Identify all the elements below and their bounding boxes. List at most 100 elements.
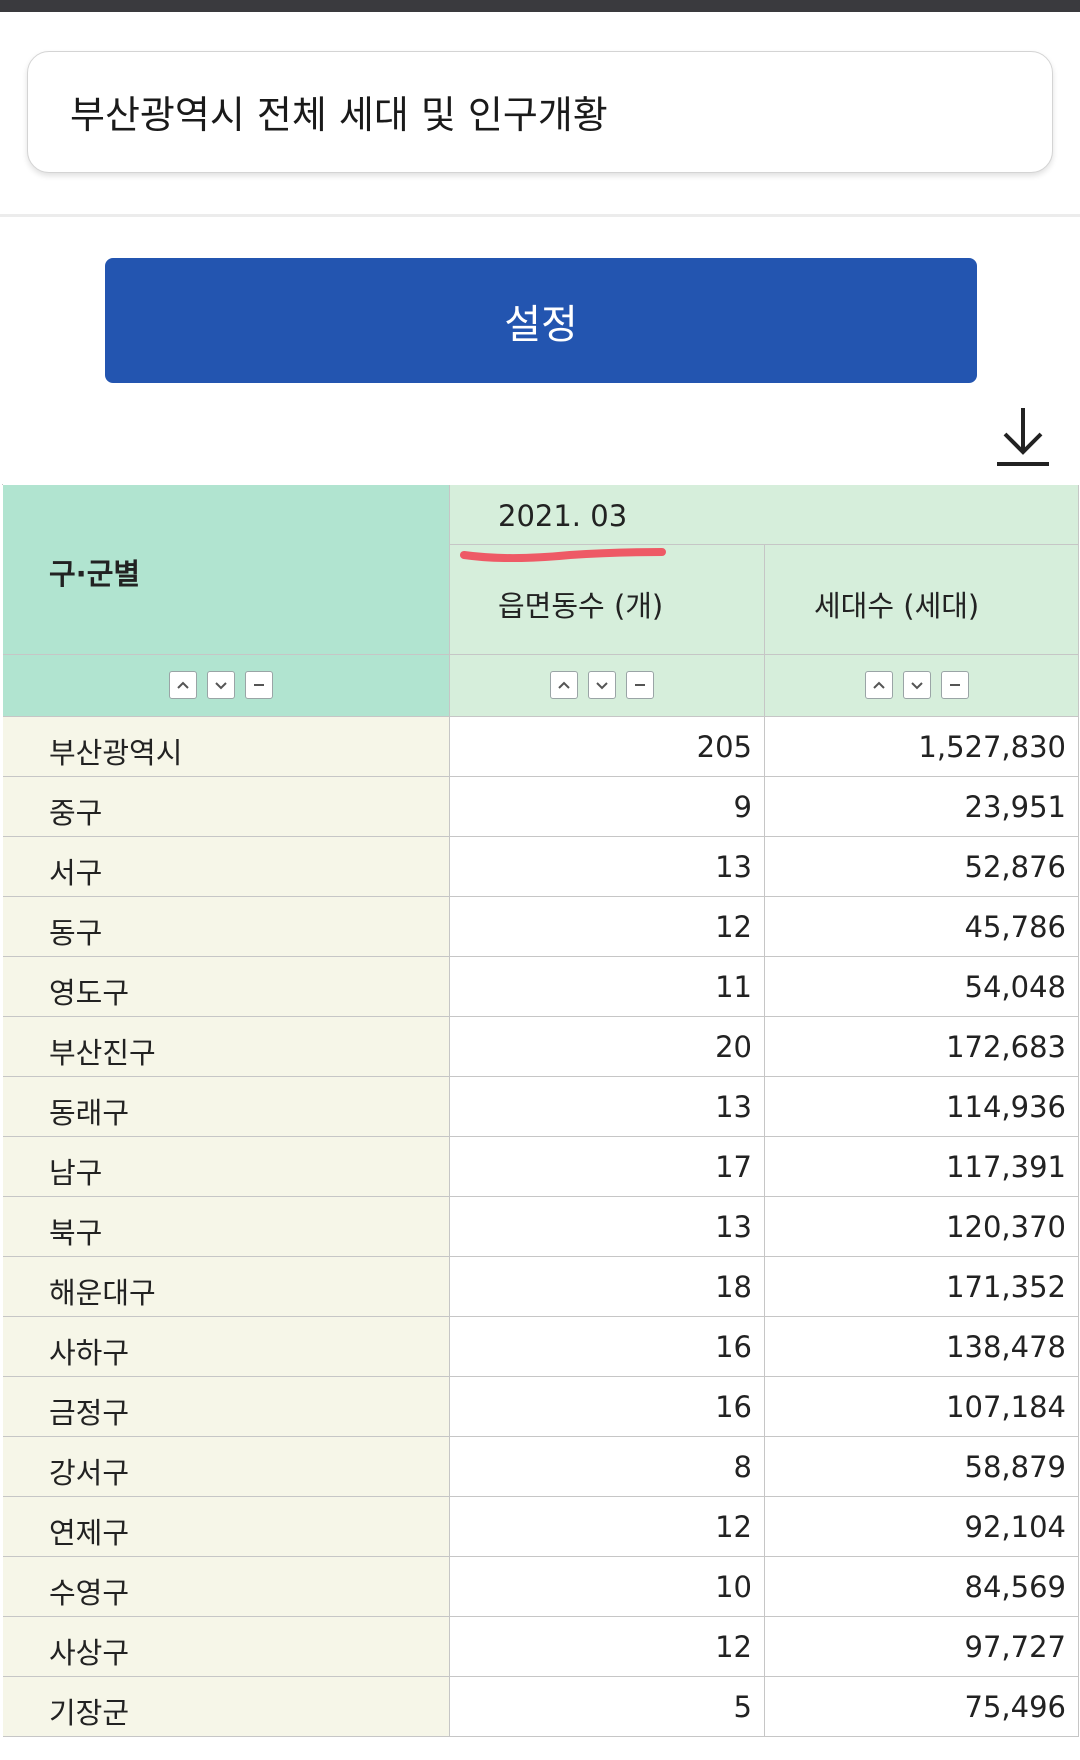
dong-sort-ascending-button[interactable] [550, 671, 578, 699]
table-row-households-cell: 172,683 [765, 1017, 1079, 1077]
row-dong-count: 13 [715, 1090, 752, 1124]
table-row-households-cell: 107,184 [765, 1377, 1079, 1437]
table-row-dong-cell: 20 [450, 1017, 765, 1077]
table-row-households-cell: 114,936 [765, 1077, 1079, 1137]
dong-remove-column-button[interactable] [626, 671, 654, 699]
table-row-name-cell: 사상구 [3, 1617, 450, 1677]
download-icon[interactable] [993, 404, 1053, 470]
period-label: 2021. 03 [498, 499, 628, 533]
row-name: 수영구 [49, 1576, 130, 1610]
table-row-name-cell: 중구 [3, 777, 450, 837]
table-row-households-cell: 1,527,830 [765, 717, 1079, 777]
row-name: 연제구 [49, 1516, 130, 1550]
table-row-households-cell: 52,876 [765, 837, 1079, 897]
row-dong-count: 16 [715, 1330, 752, 1364]
table-row-name-cell: 기장군 [3, 1677, 450, 1737]
row-dong-count: 9 [733, 790, 752, 824]
row-dong-count: 11 [715, 970, 752, 1004]
row-dong-count: 20 [715, 1030, 752, 1064]
row-dong-count: 16 [715, 1390, 752, 1424]
households-remove-column-button[interactable] [941, 671, 969, 699]
row-households: 107,184 [946, 1390, 1066, 1424]
row-name: 기장군 [49, 1696, 130, 1730]
header-col-households: 세대수 (세대) [765, 545, 1079, 655]
sort-row-group [3, 655, 450, 717]
row-name: 서구 [49, 856, 103, 890]
dong-sort-descending-button[interactable] [588, 671, 616, 699]
row-dong-count: 18 [715, 1270, 752, 1304]
dong-sort-controls [550, 671, 654, 699]
row-households: 1,527,830 [918, 730, 1066, 764]
table-row-dong-cell: 16 [450, 1377, 765, 1437]
table-row-dong-cell: 5 [450, 1677, 765, 1737]
table-row-dong-cell: 18 [450, 1257, 765, 1317]
table-row-name-cell: 남구 [3, 1137, 450, 1197]
row-dong-count: 12 [715, 1630, 752, 1664]
row-dong-count: 205 [696, 730, 752, 764]
table-row-name-cell: 부산광역시 [3, 717, 450, 777]
group-remove-column-button[interactable] [245, 671, 273, 699]
row-name: 동래구 [49, 1096, 130, 1130]
households-sort-ascending-button[interactable] [865, 671, 893, 699]
households-sort-descending-button[interactable] [903, 671, 931, 699]
row-households: 52,876 [964, 850, 1066, 884]
table-row-name-cell: 동래구 [3, 1077, 450, 1137]
row-dong-count: 8 [733, 1450, 752, 1484]
table-row-name-cell: 강서구 [3, 1437, 450, 1497]
chevron-down-icon [215, 682, 227, 690]
table-row-households-cell: 92,104 [765, 1497, 1079, 1557]
group-sort-ascending-button[interactable] [169, 671, 197, 699]
row-name: 사하구 [49, 1336, 130, 1370]
table-row-name-cell: 해운대구 [3, 1257, 450, 1317]
red-annotation-underline [460, 548, 666, 562]
table-row-dong-cell: 12 [450, 897, 765, 957]
header-group-column: 구·군별 [3, 485, 450, 655]
col-households-label: 세대수 (세대) [814, 589, 980, 623]
row-households: 92,104 [964, 1510, 1066, 1544]
row-name: 남구 [49, 1156, 103, 1190]
table-row-name-cell: 서구 [3, 837, 450, 897]
row-households: 23,951 [964, 790, 1066, 824]
sort-row-households [765, 655, 1079, 717]
chevron-down-icon [596, 682, 608, 690]
row-households: 84,569 [964, 1570, 1066, 1604]
chevron-up-icon [558, 681, 570, 689]
group-sort-descending-button[interactable] [207, 671, 235, 699]
households-sort-controls [865, 671, 969, 699]
minus-icon [950, 684, 960, 686]
col-dong-label: 읍면동수 (개) [498, 589, 664, 623]
page-title: 부산광역시 전체 세대 및 인구개황 [70, 93, 608, 137]
header-group-label: 구·군별 [49, 557, 141, 591]
row-name: 부산진구 [49, 1036, 156, 1070]
table-row-name-cell: 사하구 [3, 1317, 450, 1377]
table-row-name-cell: 금정구 [3, 1377, 450, 1437]
row-households: 172,683 [946, 1030, 1066, 1064]
row-households: 114,936 [946, 1090, 1066, 1124]
table-row-dong-cell: 13 [450, 1077, 765, 1137]
table-row-households-cell: 117,391 [765, 1137, 1079, 1197]
row-dong-count: 5 [733, 1690, 752, 1724]
table-row-households-cell: 58,879 [765, 1437, 1079, 1497]
table-row-name-cell: 북구 [3, 1197, 450, 1257]
table-row-name-cell: 연제구 [3, 1497, 450, 1557]
minus-icon [635, 684, 645, 686]
row-households: 75,496 [964, 1690, 1066, 1724]
table-row-name-cell: 동구 [3, 897, 450, 957]
title-card: 부산광역시 전체 세대 및 인구개황 [27, 51, 1053, 173]
row-households: 45,786 [964, 910, 1066, 944]
group-sort-controls [169, 671, 273, 699]
row-households: 58,879 [964, 1450, 1066, 1484]
table-row-households-cell: 171,352 [765, 1257, 1079, 1317]
chevron-up-icon [873, 681, 885, 689]
table-grid: 구·군별 2021. 03 읍면동수 (개) 세대수 (세대) 부산광역시 205 1,52… [2, 484, 1079, 1737]
row-households: 171,352 [946, 1270, 1066, 1304]
table-row-households-cell: 54,048 [765, 957, 1079, 1017]
table-row-dong-cell: 11 [450, 957, 765, 1017]
table-row-dong-cell: 17 [450, 1137, 765, 1197]
table-row-households-cell: 45,786 [765, 897, 1079, 957]
row-households: 117,391 [946, 1150, 1066, 1184]
table-row-households-cell: 84,569 [765, 1557, 1079, 1617]
table-row-dong-cell: 12 [450, 1617, 765, 1677]
settings-button[interactable]: 설정 [105, 258, 977, 383]
row-households: 97,727 [964, 1630, 1066, 1664]
